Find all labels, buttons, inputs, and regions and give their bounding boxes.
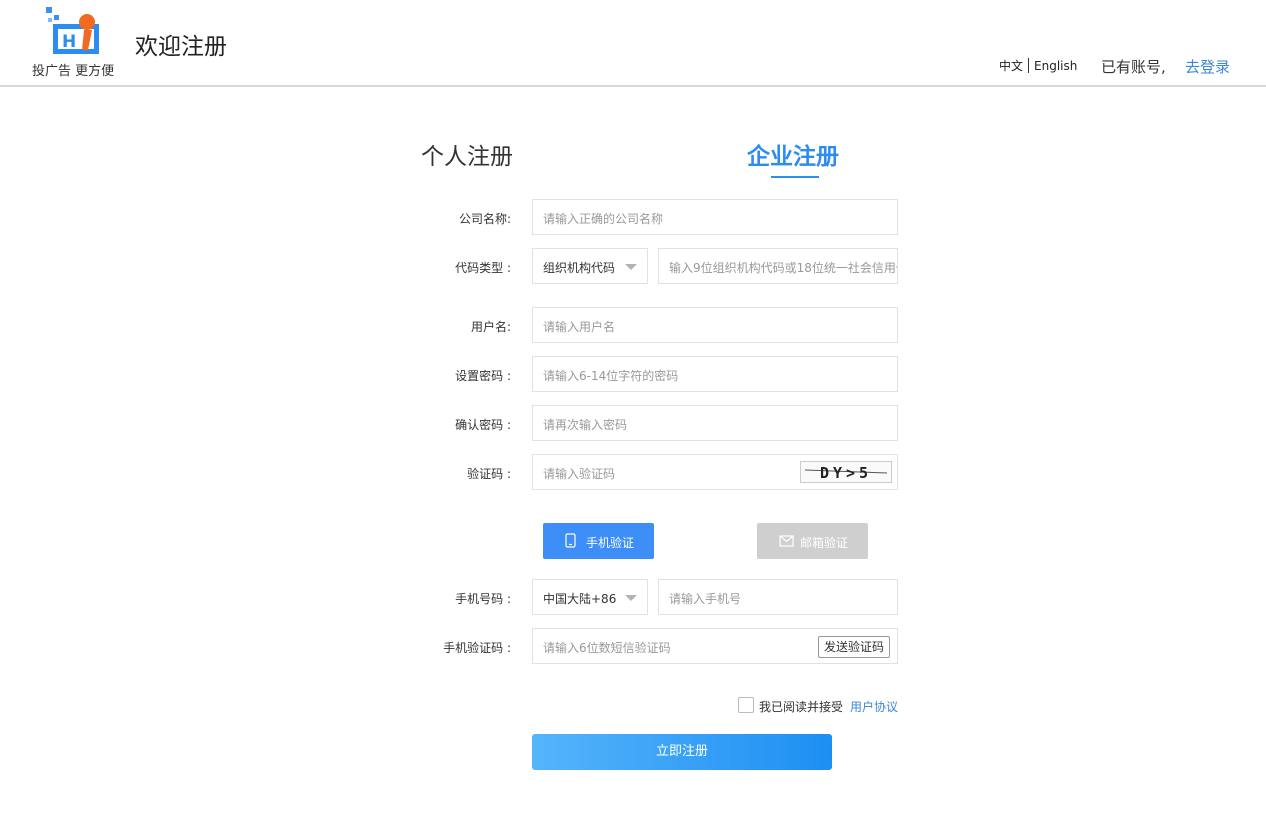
code-type-select[interactable]: 组织机构代码 <box>532 248 648 284</box>
captcha-placeholder: 请输入验证码 <box>543 467 616 481</box>
confirm-password-label: 确认密码 : <box>455 418 511 432</box>
mobile-phone-icon <box>565 533 576 548</box>
svg-text:H: H <box>62 32 76 52</box>
phone-input[interactable]: 请输入手机号 <box>658 579 898 615</box>
agree-checkbox[interactable] <box>738 697 754 713</box>
verify-email-label: 邮箱验证 <box>800 536 849 550</box>
phone-region-value: 中国大陆+86 <box>543 592 617 606</box>
chevron-down-icon <box>625 595 637 601</box>
register-submit-button[interactable]: 立即注册 <box>532 734 832 770</box>
username-input[interactable]: 请输入用户名 <box>532 307 898 343</box>
lang-zh-link[interactable]: 中文 <box>999 59 1023 73</box>
has-account-text: 已有账号, <box>1101 58 1166 76</box>
password-label: 设置密码 : <box>455 369 511 383</box>
sms-code-label: 手机验证码 : <box>443 641 511 655</box>
sms-code-placeholder: 请输入6位数短信验证码 <box>543 641 671 655</box>
code-type-label: 代码类型 : <box>455 261 511 275</box>
code-type-value: 组织机构代码 <box>543 261 616 275</box>
confirm-password-input[interactable]: 请再次输入密码 <box>532 405 898 441</box>
captcha-input[interactable]: 请输入验证码 DY>5 <box>532 454 898 490</box>
company-name-label: 公司名称: <box>458 212 511 226</box>
lang-divider <box>1028 58 1030 73</box>
lang-en-link[interactable]: English <box>1034 59 1077 73</box>
tab-company-register[interactable]: 企业注册 <box>747 137 839 171</box>
phone-placeholder: 请输入手机号 <box>669 592 742 606</box>
verify-phone-label: 手机验证 <box>586 536 635 550</box>
user-agreement-link[interactable]: 用户协议 <box>850 698 898 715</box>
captcha-text: DY>5 <box>820 464 872 482</box>
tab-personal-register[interactable]: 个人注册 <box>421 137 513 171</box>
captcha-graphic: DY>5 <box>804 464 888 482</box>
username-placeholder: 请输入用户名 <box>543 320 616 334</box>
captcha-image[interactable]: DY>5 <box>800 461 892 483</box>
phone-region-select[interactable]: 中国大陆+86 <box>532 579 648 615</box>
chevron-down-icon <box>625 264 637 270</box>
org-code-placeholder: 输入9位组织机构代码或18位统一社会信用代码 <box>669 261 897 275</box>
active-tab-indicator <box>771 176 819 178</box>
login-link[interactable]: 去登录 <box>1185 56 1230 77</box>
agree-text: 我已阅读并接受 <box>759 700 844 714</box>
header: H 投广告 更方便 欢迎注册 中文 English 已有账号, 去登录 <box>0 0 1266 87</box>
captcha-label: 验证码 : <box>467 467 511 481</box>
page-title: 欢迎注册 <box>135 34 227 60</box>
verify-phone-button[interactable]: 手机验证 <box>543 523 654 559</box>
phone-label: 手机号码 : <box>455 592 511 606</box>
company-name-placeholder: 请输入正确的公司名称 <box>543 212 664 226</box>
company-name-input[interactable]: 请输入正确的公司名称 <box>532 199 898 235</box>
password-placeholder: 请输入6-14位字符的密码 <box>543 369 679 383</box>
org-code-input[interactable]: 输入9位组织机构代码或18位统一社会信用代码 <box>658 248 898 284</box>
language-switcher: 中文 English <box>999 57 1077 74</box>
sms-code-input[interactable]: 请输入6位数短信验证码 发送验证码 <box>532 628 898 664</box>
envelope-icon <box>779 535 794 547</box>
confirm-password-placeholder: 请再次输入密码 <box>543 418 628 432</box>
password-input[interactable]: 请输入6-14位字符的密码 <box>532 356 898 392</box>
username-label: 用户名: <box>470 320 511 334</box>
logo-tagline: 投广告 更方便 <box>32 64 115 79</box>
verify-email-button[interactable]: 邮箱验证 <box>757 523 868 559</box>
send-code-button[interactable]: 发送验证码 <box>817 636 890 658</box>
